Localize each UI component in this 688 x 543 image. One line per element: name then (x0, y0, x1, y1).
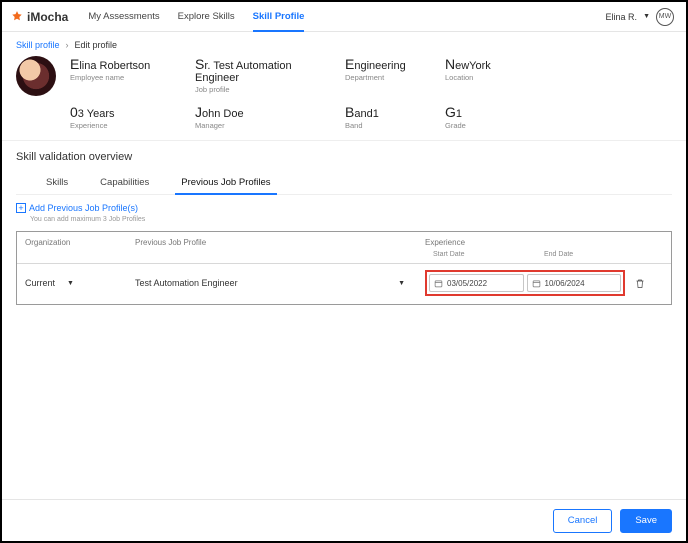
chevron-down-icon[interactable]: ▼ (67, 280, 74, 287)
profile-field-value: 03 Years (70, 104, 185, 120)
section-title: Skill validation overview (16, 151, 672, 163)
profile-field-value: Sr. Test Automation Engineer (195, 56, 335, 84)
date-range-highlight: 03/05/2022 10/06/2024 (425, 270, 625, 296)
profile-field: John DoeManager (195, 104, 335, 130)
start-date-input[interactable]: 03/05/2022 (429, 274, 524, 292)
brand-icon (10, 10, 24, 24)
profile-field: EngineeringDepartment (345, 56, 435, 94)
plus-icon: + (16, 203, 26, 213)
chevron-right-icon: › (66, 40, 69, 50)
footer: Cancel Save (2, 499, 686, 541)
previous-jobs-table: Organization Previous Job Profile Experi… (16, 231, 672, 305)
avatar: MW (656, 8, 674, 26)
profile-field: 03 YearsExperience (70, 104, 185, 130)
col-experience: Experience (425, 238, 625, 247)
profile-field-label: Manager (195, 121, 335, 130)
tab-capabilities[interactable]: Capabilities (98, 171, 151, 194)
breadcrumb-current: Edit profile (75, 40, 118, 50)
profile-field: Sr. Test Automation EngineerJob profile (195, 56, 335, 94)
add-hint: You can add maximum 3 Job Profiles (16, 216, 672, 223)
profile-field-label: Band (345, 121, 435, 130)
nav-skill-profile[interactable]: Skill Profile (253, 2, 305, 31)
table-row: Current ▼ Test Automation Engineer ▼ 03/… (17, 263, 671, 304)
brand-logo: iMocha (10, 10, 68, 24)
calendar-icon (532, 279, 541, 288)
profile-field-label: Job profile (195, 85, 335, 94)
nav-my-assessments[interactable]: My Assessments (88, 2, 159, 31)
profile-field: Elina RobertsonEmployee name (70, 56, 185, 94)
breadcrumb-parent[interactable]: Skill profile (16, 40, 60, 50)
profile-field-value: G1 (445, 104, 525, 120)
add-previous-job-profile-button[interactable]: + Add Previous Job Profile(s) (16, 203, 138, 213)
profile-header: Elina RobertsonEmployee name Sr. Test Aut… (16, 56, 672, 130)
profile-field-label: Department (345, 73, 435, 82)
col-previous-job: Previous Job Profile (135, 238, 425, 247)
chevron-down-icon[interactable]: ▼ (398, 280, 405, 287)
profile-field-value: Band1 (345, 104, 435, 120)
profile-photo (16, 56, 56, 96)
save-button[interactable]: Save (620, 509, 672, 533)
user-name: Elina R. (606, 12, 638, 22)
profile-field-label: Grade (445, 121, 525, 130)
nav-links: My Assessments Explore Skills Skill Prof… (88, 2, 304, 31)
tab-previous-job-profiles[interactable]: Previous Job Profiles (179, 171, 272, 194)
profile-field-value: NewYork (445, 56, 525, 72)
col-start-date: Start Date (433, 251, 514, 258)
tabs: Skills Capabilities Previous Job Profile… (16, 171, 672, 195)
delete-row-button[interactable] (625, 277, 655, 290)
end-date-input[interactable]: 10/06/2024 (527, 274, 622, 292)
profile-field-value: John Doe (195, 104, 335, 120)
profile-field: NewYorkLocation (445, 56, 525, 94)
org-select[interactable]: Current (25, 278, 55, 288)
job-select[interactable]: Test Automation Engineer (135, 278, 238, 288)
breadcrumb: Skill profile › Edit profile (16, 40, 672, 50)
profile-field-label: Location (445, 73, 525, 82)
chevron-down-icon: ▼ (643, 13, 650, 20)
profile-field: Band1Band (345, 104, 435, 130)
brand-text: iMocha (27, 10, 68, 24)
tab-skills[interactable]: Skills (44, 171, 70, 194)
top-nav: iMocha My Assessments Explore Skills Ski… (2, 2, 686, 32)
profile-field-label: Experience (70, 121, 185, 130)
calendar-icon (434, 279, 443, 288)
nav-explore-skills[interactable]: Explore Skills (178, 2, 235, 31)
user-menu[interactable]: Elina R. ▼ MW (606, 8, 674, 26)
col-organization: Organization (25, 238, 135, 247)
profile-field: G1Grade (445, 104, 525, 130)
profile-field-value: Elina Robertson (70, 56, 185, 72)
cancel-button[interactable]: Cancel (553, 509, 613, 533)
col-end-date: End Date (544, 251, 625, 258)
profile-field-label: Employee name (70, 73, 185, 82)
profile-field-value: Engineering (345, 56, 435, 72)
trash-icon (634, 277, 646, 290)
